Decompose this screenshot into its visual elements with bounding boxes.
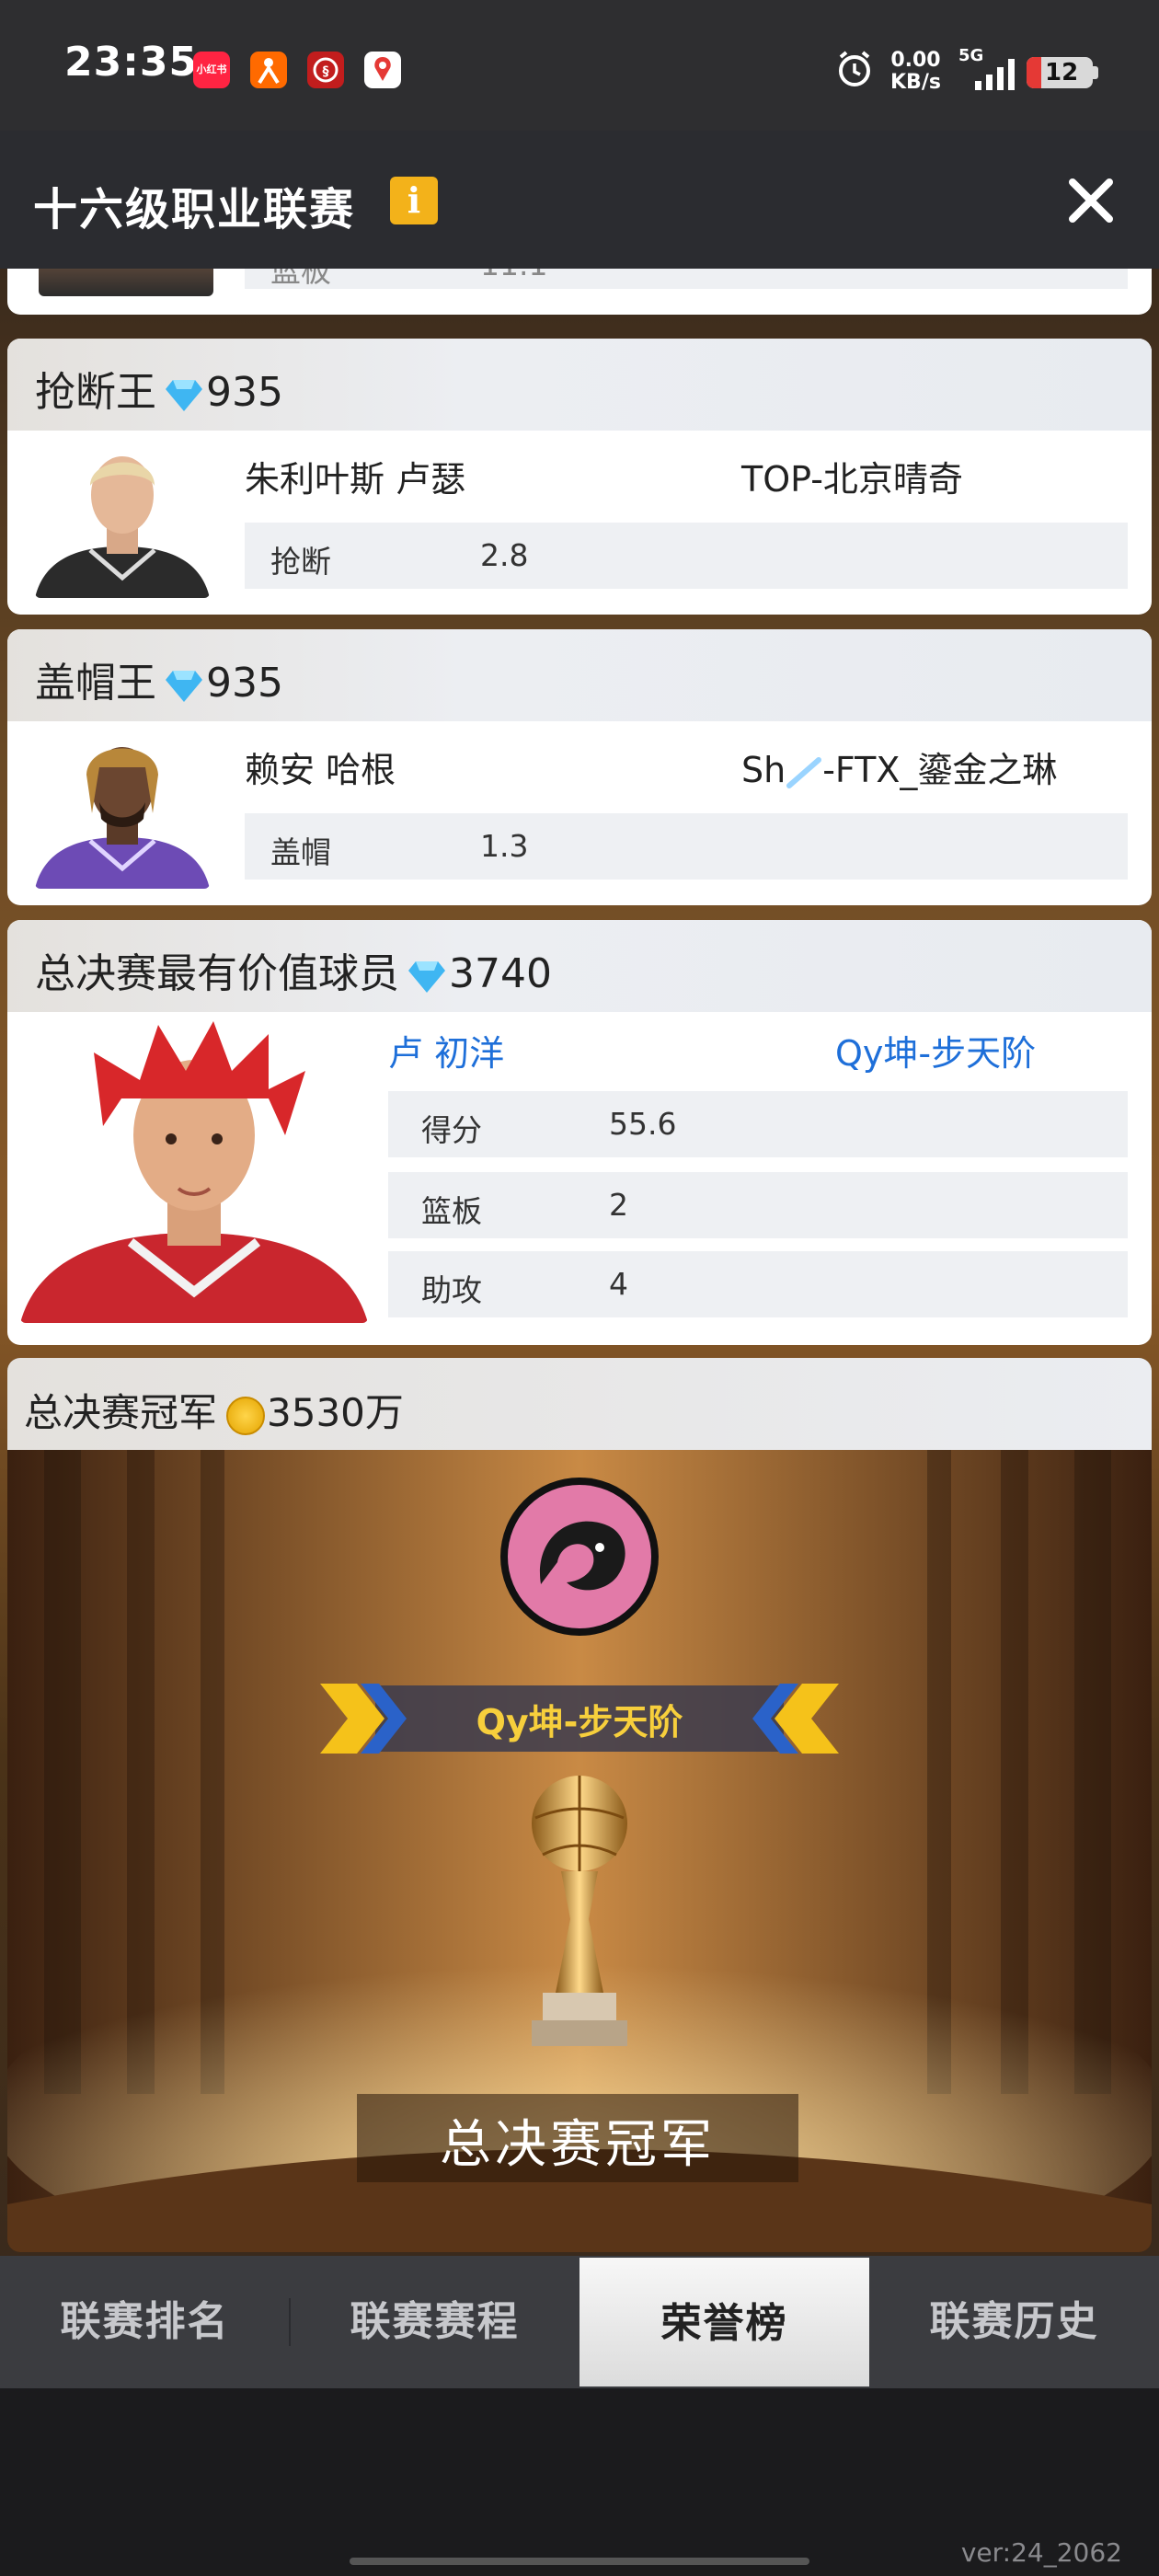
diamond-icon [408,961,445,993]
stat-row: 得分 55.6 [388,1091,1128,1157]
card-header: 总决赛最有价值球员 3740 [7,920,1152,1012]
honor-title: 总决赛最有价值球员 [35,950,399,997]
xiaohongshu-icon: 小红书 [193,52,230,88]
diamond-icon [166,671,202,702]
stat-label: 篮板 [270,269,331,289]
team-badge-icon [786,756,822,788]
version-label: ver:24_2062 [960,2537,1122,2568]
team-logo [497,1474,662,1643]
honor-reward: 3530万 [267,1390,404,1435]
player-name[interactable]: 卢 初洋 [388,1025,504,1075]
honor-card-partial: 篮板 11.1 [7,269,1152,315]
team-name[interactable]: Sh -FTX_鎏金之琳 [741,742,1057,792]
svg-text:§: § [323,64,329,79]
stat-value: 2 [609,1187,628,1223]
player-name[interactable]: 朱利叶斯 卢瑟 [245,451,465,501]
team-name[interactable]: TOP-北京晴奇 [741,451,963,501]
stat-value: 4 [609,1266,628,1302]
honor-reward: 935 [206,369,283,416]
honor-reward: 3740 [449,950,552,997]
stat-label: 盖帽 [270,834,331,870]
team-name-suffix: -FTX_鎏金之琳 [822,750,1058,790]
stat-row: 抢断 2.8 [245,523,1128,589]
battery-text: 12 [1045,59,1079,86]
honor-card-blocks: 盖帽王 935 赖安 哈根 Sh -FTX_鎏金之琳 盖帽 1.3 [7,629,1152,905]
honor-title-wrap: 盖帽王 935 [35,650,283,708]
net-speed: 0.00 KB/s [890,50,941,94]
stat-value: 11.1 [480,269,547,282]
stat-value: 2.8 [480,537,529,573]
honor-card-steals: 抢断王 935 朱利叶斯 卢瑟 TOP-北京晴奇 抢断 2.8 [7,339,1152,615]
stat-label: 篮板 [421,1193,482,1229]
player-avatar [35,730,210,889]
battery-icon: 12 [1027,57,1093,88]
player-avatar [39,269,213,296]
stat-value: 55.6 [609,1106,677,1142]
stat-row: 篮板 11.1 [245,269,1128,289]
honor-title-wrap: 总决赛冠军 3530万 [24,1382,404,1438]
home-indicator[interactable] [350,2558,809,2565]
honor-card-fmvp: 总决赛最有价值球员 3740 卢 初洋 Qy坤-步天阶 得分 55.6 篮板 2 … [7,920,1152,1345]
app-orange-icon [250,52,287,88]
battery-level [1027,57,1041,88]
honor-title: 总决赛冠军 [24,1390,218,1435]
stat-label: 得分 [421,1112,482,1148]
stat-label: 助攻 [421,1272,482,1308]
player-name[interactable]: 赖安 哈根 [245,742,396,792]
team-name[interactable]: Qy坤-步天阶 [835,1025,1036,1075]
tab-league-history[interactable]: 联赛历史 [869,2256,1159,2388]
stat-row: 助攻 4 [388,1251,1128,1317]
status-time: 23:35 [64,39,199,86]
trophy-icon [515,1763,644,2061]
net-speed-value: 0.00 [890,49,941,72]
net-speed-unit: KB/s [890,71,941,94]
team-name-prefix: Sh [741,750,786,790]
app-map-icon [364,52,401,88]
bottom-tab-bar: 联赛排名 联赛赛程 荣誉榜 联赛历史 [0,2256,1159,2388]
honor-title-wrap: 抢断王 935 [35,359,283,418]
champion-label: 总决赛冠军 [440,2115,716,2175]
card-header: 抢断王 935 [7,339,1152,431]
signal-icon [973,59,1016,94]
alarm-icon [833,48,876,94]
tab-league-schedule[interactable]: 联赛赛程 [290,2256,580,2388]
stat-value: 1.3 [480,828,529,864]
battery-tip [1093,66,1098,79]
close-button[interactable] [1063,173,1119,228]
champion-team-name[interactable]: Qy坤-步天阶 [320,1694,839,1744]
tab-league-ranking[interactable]: 联赛排名 [0,2256,290,2388]
close-icon [1069,178,1113,223]
card-header: 盖帽王 935 [7,629,1152,721]
player-avatar [20,1016,368,1323]
card-header: 总决赛冠军 3530万 [7,1358,1152,1450]
honor-title: 抢断王 [35,369,156,416]
coin-icon [226,1396,266,1435]
tab-honor-board[interactable]: 荣誉榜 [580,2258,869,2386]
info-button[interactable]: i [390,177,438,224]
honor-title-wrap: 总决赛最有价值球员 3740 [35,940,552,999]
player-avatar [35,440,210,598]
stat-label: 抢断 [270,544,331,580]
diamond-icon [166,380,202,411]
page-title: 十六级职业联赛 [33,184,356,236]
honor-card-champion: 总决赛冠军 3530万 Qy坤-步天阶 总决赛冠军 [7,1358,1152,2252]
stat-row: 盖帽 1.3 [245,813,1128,880]
stat-row: 篮板 2 [388,1172,1128,1238]
honor-reward: 935 [206,660,283,707]
honor-title: 盖帽王 [35,660,156,707]
app-red-icon: § [307,52,344,88]
